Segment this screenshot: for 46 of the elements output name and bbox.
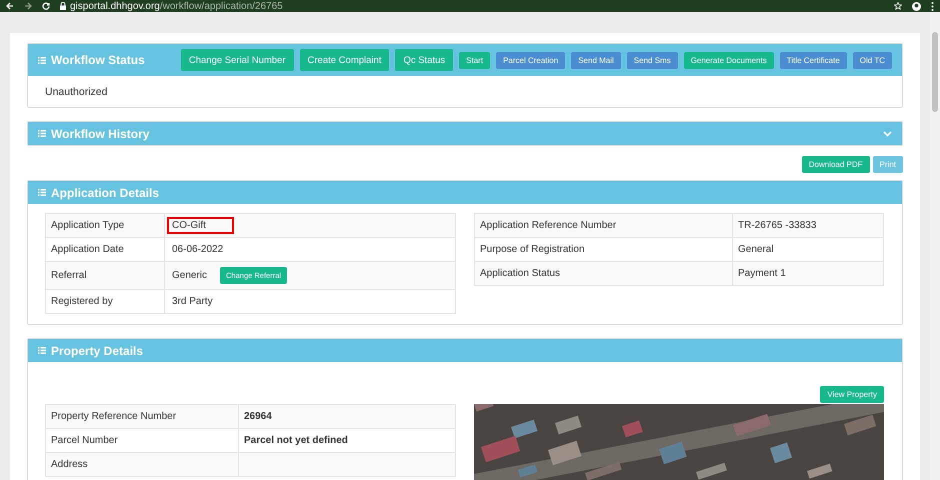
panel-header[interactable]: Workflow History <box>28 122 902 145</box>
workflow-button[interactable]: Generate Documents <box>684 52 774 68</box>
field-value: 06-06-2022 <box>171 243 224 257</box>
status-text: Unauthorized <box>45 86 108 98</box>
field-label: Application Status <box>479 267 562 281</box>
workflow-button[interactable]: Start <box>459 52 490 68</box>
download-pdf-button[interactable]: Download PDF <box>802 156 870 173</box>
field-label: Parcel Number <box>50 434 119 448</box>
reload-icon[interactable] <box>42 2 50 10</box>
workflow-button[interactable]: Title Certificate <box>780 52 847 68</box>
list-icon <box>38 56 46 64</box>
view-property-button[interactable]: View Property <box>820 386 884 403</box>
forward-icon[interactable] <box>24 2 32 10</box>
list-icon <box>38 130 46 137</box>
workflow-button[interactable]: Old TC <box>852 52 892 68</box>
star-icon[interactable] <box>894 2 902 10</box>
workflow-button[interactable]: Parcel Creation <box>496 52 566 68</box>
panel-title: Workflow Status <box>51 53 145 67</box>
workflow-button[interactable]: Qc Status <box>395 49 454 71</box>
workflow-button[interactable]: Send Sms <box>626 52 678 68</box>
lock-icon <box>60 2 66 10</box>
field-label: Purpose of Registration <box>479 243 586 257</box>
profile-icon[interactable] <box>912 2 921 10</box>
list-icon <box>38 347 46 354</box>
field-label: Application Reference Number <box>479 219 618 233</box>
field-label: Application Type <box>50 219 126 233</box>
field-value: Payment 1 <box>732 262 883 285</box>
field-label: Address <box>50 458 89 472</box>
field-label: Referral <box>50 269 88 283</box>
field-label: Registered by <box>50 295 114 309</box>
field-value: Generic <box>171 269 208 283</box>
panel-title: Property Details <box>51 344 144 358</box>
scrollbar[interactable] <box>930 12 940 480</box>
menu-icon[interactable] <box>931 2 934 10</box>
url-field[interactable]: gisportal.dhhgov.org/workflow/application/26765 <box>70 0 283 12</box>
field-label: Property Reference Number <box>50 410 178 424</box>
panel-title: Application Details <box>51 186 160 200</box>
back-icon[interactable] <box>6 2 14 10</box>
list-icon <box>38 189 46 196</box>
field-value: 3rd Party <box>171 295 214 309</box>
panel-title: Workflow History <box>51 126 150 140</box>
field-label: Application Date <box>50 243 125 257</box>
field-value: CO-Gift <box>167 217 234 234</box>
workflow-button[interactable]: Send Mail <box>571 52 621 68</box>
workflow-button[interactable]: Change Serial Number <box>180 49 294 71</box>
workflow-button[interactable]: Create Complaint <box>300 49 390 71</box>
